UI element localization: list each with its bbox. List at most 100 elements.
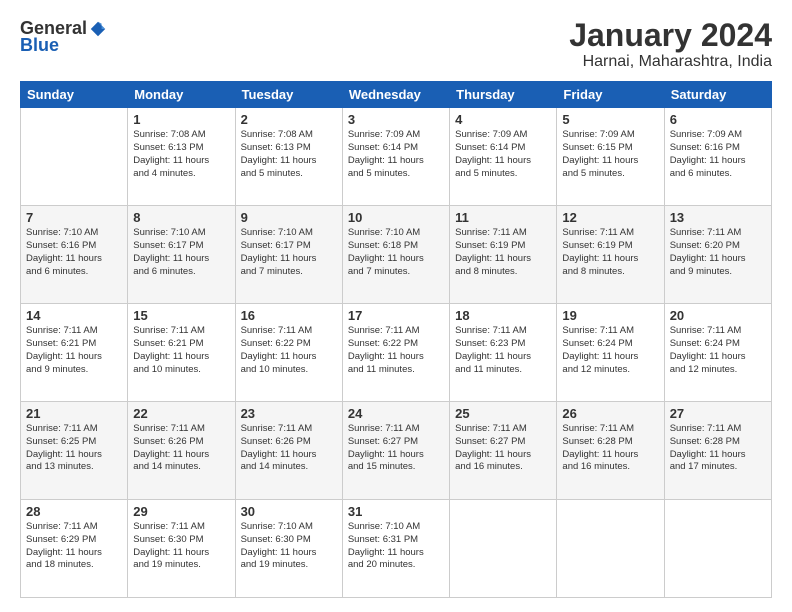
day-number: 30 (241, 504, 337, 519)
day-number: 11 (455, 210, 551, 225)
day-info: Sunrise: 7:10 AM Sunset: 6:31 PM Dayligh… (348, 521, 444, 572)
calendar-cell: 8Sunrise: 7:10 AM Sunset: 6:17 PM Daylig… (128, 206, 235, 304)
day-info: Sunrise: 7:11 AM Sunset: 6:22 PM Dayligh… (241, 325, 337, 376)
calendar-cell: 20 Sunrise: 7:11 AM Sunset: 6:24 PM Dayli… (664, 304, 771, 402)
header-sunday: Sunday (21, 82, 128, 108)
day-number: 25 (455, 406, 551, 421)
header-thursday: Thursday (450, 82, 557, 108)
calendar-week-1: 1 Sunrise: 7:08 AM Sunset: 6:13 PM Daylig… (21, 108, 772, 206)
page: General Blue January 2024 Harnai, Mahara… (0, 0, 792, 612)
calendar-cell: 31 Sunrise: 7:10 AM Sunset: 6:31 PM Dayli… (342, 500, 449, 598)
logo: General Blue (20, 18, 107, 56)
day-info: Sunrise: 7:11 AM Sunset: 6:21 PM Dayligh… (133, 325, 229, 376)
calendar-cell: 17 Sunrise: 7:11 AM Sunset: 6:22 PM Dayli… (342, 304, 449, 402)
day-number: 12 (562, 210, 658, 225)
day-number: 27 (670, 406, 766, 421)
calendar-cell: 29Sunrise: 7:11 AM Sunset: 6:30 PM Dayli… (128, 500, 235, 598)
calendar-cell (664, 500, 771, 598)
day-info: Sunrise: 7:11 AM Sunset: 6:26 PM Dayligh… (133, 423, 229, 474)
day-info: Sunrise: 7:11 AM Sunset: 6:21 PM Dayligh… (26, 325, 122, 376)
day-number: 24 (348, 406, 444, 421)
logo-icon (89, 20, 107, 38)
day-info: Sunrise: 7:11 AM Sunset: 6:24 PM Dayligh… (562, 325, 658, 376)
calendar-cell: 22 Sunrise: 7:11 AM Sunset: 6:26 PM Dayli… (128, 402, 235, 500)
calendar-cell (21, 108, 128, 206)
calendar-week-4: 21 Sunrise: 7:11 AM Sunset: 6:25 PM Dayli… (21, 402, 772, 500)
calendar-cell: 16 Sunrise: 7:11 AM Sunset: 6:22 PM Dayli… (235, 304, 342, 402)
day-number: 18 (455, 308, 551, 323)
calendar-cell: 13Sunrise: 7:11 AM Sunset: 6:20 PM Dayli… (664, 206, 771, 304)
calendar-cell: 19 Sunrise: 7:11 AM Sunset: 6:24 PM Dayli… (557, 304, 664, 402)
day-number: 22 (133, 406, 229, 421)
header-monday: Monday (128, 82, 235, 108)
day-number: 28 (26, 504, 122, 519)
calendar-cell (557, 500, 664, 598)
calendar-cell: 18 Sunrise: 7:11 AM Sunset: 6:23 PM Dayli… (450, 304, 557, 402)
day-number: 13 (670, 210, 766, 225)
day-number: 29 (133, 504, 229, 519)
day-number: 14 (26, 308, 122, 323)
calendar-cell: 4 Sunrise: 7:09 AM Sunset: 6:14 PM Daylig… (450, 108, 557, 206)
day-info: Sunrise: 7:11 AM Sunset: 6:25 PM Dayligh… (26, 423, 122, 474)
calendar-cell: 23 Sunrise: 7:11 AM Sunset: 6:26 PM Dayli… (235, 402, 342, 500)
header-tuesday: Tuesday (235, 82, 342, 108)
calendar-cell: 27 Sunrise: 7:11 AM Sunset: 6:28 PM Dayli… (664, 402, 771, 500)
day-number: 19 (562, 308, 658, 323)
day-info: Sunrise: 7:11 AM Sunset: 6:27 PM Dayligh… (348, 423, 444, 474)
calendar-cell: 14 Sunrise: 7:11 AM Sunset: 6:21 PM Dayli… (21, 304, 128, 402)
day-number: 4 (455, 112, 551, 127)
header: General Blue January 2024 Harnai, Mahara… (20, 18, 772, 71)
day-info: Sunrise: 7:11 AM Sunset: 6:29 PM Dayligh… (26, 521, 122, 572)
day-number: 31 (348, 504, 444, 519)
day-number: 6 (670, 112, 766, 127)
day-number: 9 (241, 210, 337, 225)
calendar-week-3: 14 Sunrise: 7:11 AM Sunset: 6:21 PM Dayli… (21, 304, 772, 402)
calendar-cell: 7Sunrise: 7:10 AM Sunset: 6:16 PM Daylig… (21, 206, 128, 304)
calendar-week-5: 28 Sunrise: 7:11 AM Sunset: 6:29 PM Dayli… (21, 500, 772, 598)
title-block: January 2024 Harnai, Maharashtra, India (569, 18, 772, 71)
header-friday: Friday (557, 82, 664, 108)
calendar-cell: 24 Sunrise: 7:11 AM Sunset: 6:27 PM Dayli… (342, 402, 449, 500)
day-number: 5 (562, 112, 658, 127)
day-info: Sunrise: 7:10 AM Sunset: 6:17 PM Dayligh… (133, 227, 229, 278)
day-info: Sunrise: 7:08 AM Sunset: 6:13 PM Dayligh… (133, 129, 229, 180)
calendar-subtitle: Harnai, Maharashtra, India (569, 53, 772, 71)
day-info: Sunrise: 7:10 AM Sunset: 6:16 PM Dayligh… (26, 227, 122, 278)
day-number: 26 (562, 406, 658, 421)
calendar-table: Sunday Monday Tuesday Wednesday Thursday… (20, 81, 772, 598)
day-info: Sunrise: 7:11 AM Sunset: 6:28 PM Dayligh… (670, 423, 766, 474)
day-info: Sunrise: 7:11 AM Sunset: 6:26 PM Dayligh… (241, 423, 337, 474)
day-info: Sunrise: 7:11 AM Sunset: 6:22 PM Dayligh… (348, 325, 444, 376)
day-number: 17 (348, 308, 444, 323)
calendar-title: January 2024 (569, 18, 772, 53)
calendar-week-2: 7Sunrise: 7:10 AM Sunset: 6:16 PM Daylig… (21, 206, 772, 304)
day-info: Sunrise: 7:11 AM Sunset: 6:24 PM Dayligh… (670, 325, 766, 376)
day-number: 21 (26, 406, 122, 421)
calendar-cell: 5Sunrise: 7:09 AM Sunset: 6:15 PM Daylig… (557, 108, 664, 206)
calendar-cell: 6Sunrise: 7:09 AM Sunset: 6:16 PM Daylig… (664, 108, 771, 206)
header-wednesday: Wednesday (342, 82, 449, 108)
day-number: 16 (241, 308, 337, 323)
day-number: 1 (133, 112, 229, 127)
day-number: 10 (348, 210, 444, 225)
day-number: 23 (241, 406, 337, 421)
day-info: Sunrise: 7:11 AM Sunset: 6:23 PM Dayligh… (455, 325, 551, 376)
day-info: Sunrise: 7:09 AM Sunset: 6:14 PM Dayligh… (455, 129, 551, 180)
calendar-cell: 21 Sunrise: 7:11 AM Sunset: 6:25 PM Dayli… (21, 402, 128, 500)
day-info: Sunrise: 7:10 AM Sunset: 6:17 PM Dayligh… (241, 227, 337, 278)
calendar-cell: 2 Sunrise: 7:08 AM Sunset: 6:13 PM Daylig… (235, 108, 342, 206)
day-info: Sunrise: 7:11 AM Sunset: 6:19 PM Dayligh… (455, 227, 551, 278)
day-info: Sunrise: 7:10 AM Sunset: 6:30 PM Dayligh… (241, 521, 337, 572)
calendar-cell: 15Sunrise: 7:11 AM Sunset: 6:21 PM Dayli… (128, 304, 235, 402)
day-number: 2 (241, 112, 337, 127)
calendar-cell: 1 Sunrise: 7:08 AM Sunset: 6:13 PM Daylig… (128, 108, 235, 206)
calendar-cell: 10Sunrise: 7:10 AM Sunset: 6:18 PM Dayli… (342, 206, 449, 304)
calendar-cell: 26 Sunrise: 7:11 AM Sunset: 6:28 PM Dayli… (557, 402, 664, 500)
day-number: 20 (670, 308, 766, 323)
calendar-cell: 30 Sunrise: 7:10 AM Sunset: 6:30 PM Dayli… (235, 500, 342, 598)
day-number: 3 (348, 112, 444, 127)
calendar-cell (450, 500, 557, 598)
day-info: Sunrise: 7:11 AM Sunset: 6:28 PM Dayligh… (562, 423, 658, 474)
calendar-cell: 12Sunrise: 7:11 AM Sunset: 6:19 PM Dayli… (557, 206, 664, 304)
day-info: Sunrise: 7:08 AM Sunset: 6:13 PM Dayligh… (241, 129, 337, 180)
